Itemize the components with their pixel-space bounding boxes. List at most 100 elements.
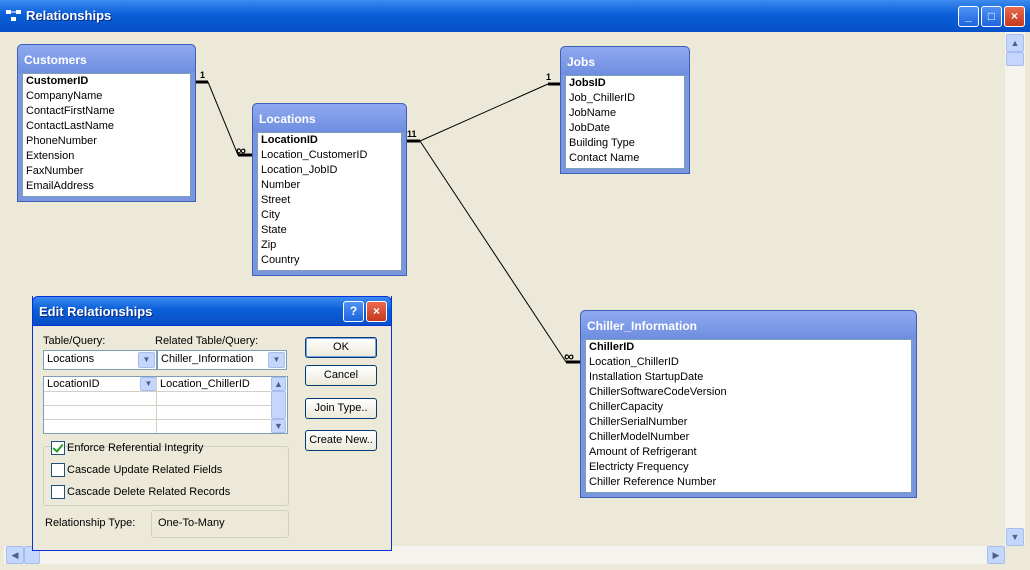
field-item[interactable]: City <box>258 208 401 223</box>
customers-field-list[interactable]: CustomerID CompanyName ContactFirstName … <box>22 73 191 197</box>
related-table-query-select[interactable]: Chiller_Information ▼ <box>157 350 287 370</box>
scrollbar-corner <box>1005 546 1025 564</box>
relationship-type-label: Relationship Type: <box>45 517 136 529</box>
field-item[interactable]: ChillerSoftwareCodeVersion <box>586 385 911 400</box>
dialog-close-button[interactable]: × <box>366 301 387 322</box>
enforce-referential-integrity-checkbox[interactable] <box>51 441 65 455</box>
field-item[interactable]: Electricty Frequency <box>586 460 911 475</box>
field-item[interactable]: EmailAddress <box>23 179 190 194</box>
cascade-delete-checkbox[interactable] <box>51 485 65 499</box>
relationship-type-value: One-To-Many <box>158 517 225 529</box>
table-row[interactable] <box>44 391 271 406</box>
chevron-down-icon[interactable]: ▼ <box>268 352 285 368</box>
jobs-table[interactable]: Jobs JobsID Job_ChillerID JobName JobDat… <box>560 46 690 174</box>
cascade-update-checkbox[interactable] <box>51 463 65 477</box>
grid-column-divider <box>156 377 157 433</box>
customers-one-label: 1 <box>200 70 205 80</box>
field-item[interactable]: ChillerModelNumber <box>586 430 911 445</box>
create-new-button[interactable]: Create New.. <box>305 430 377 451</box>
field-item[interactable]: ChillerSerialNumber <box>586 415 911 430</box>
field-mapping-grid[interactable]: LocationID ▼ Location_ChillerID ▲ ▼ <box>43 376 288 434</box>
table-query-select[interactable]: Locations ▼ <box>43 350 157 370</box>
chevron-down-icon[interactable]: ▼ <box>140 377 157 391</box>
enforce-referential-integrity-label[interactable]: Enforce Referential Integrity <box>67 442 203 454</box>
field-item[interactable]: FaxNumber <box>23 164 190 179</box>
field-item[interactable]: Job_ChillerID <box>566 91 684 106</box>
grid-field-left[interactable]: LocationID <box>44 377 155 391</box>
field-item[interactable]: Country <box>258 253 401 268</box>
grid-scroll-up-button[interactable]: ▲ <box>271 377 286 391</box>
vertical-scroll-thumb[interactable] <box>1006 52 1024 66</box>
locations-jobs-connector[interactable] <box>419 83 549 142</box>
field-item[interactable]: Amount of Refrigerant <box>586 445 911 460</box>
field-item[interactable]: JobsID <box>566 76 684 91</box>
field-item[interactable]: State <box>258 223 401 238</box>
scroll-left-button[interactable]: ◀ <box>6 546 24 564</box>
jobs-field-list[interactable]: JobsID Job_ChillerID JobName JobDate Bui… <box>565 75 685 169</box>
customers-table[interactable]: Customers CustomerID CompanyName Contact… <box>17 44 196 202</box>
cancel-button[interactable]: Cancel <box>305 365 377 386</box>
chiller-information-table[interactable]: Chiller_Information ChillerID Location_C… <box>580 310 917 498</box>
customers-locations-connector[interactable] <box>207 81 239 156</box>
field-item[interactable]: Location_JobID <box>258 163 401 178</box>
grid-scroll-down-button[interactable]: ▼ <box>271 419 286 433</box>
jobs-table-title[interactable]: Jobs <box>561 47 689 75</box>
field-item[interactable]: Extension <box>23 149 190 164</box>
cascade-update-label[interactable]: Cascade Update Related Fields <box>67 464 222 476</box>
locations-table[interactable]: Locations LocationID Location_CustomerID… <box>252 103 407 276</box>
ok-button[interactable]: OK <box>305 337 377 358</box>
locations-table-title[interactable]: Locations <box>253 104 406 132</box>
chevron-down-icon[interactable]: ▼ <box>138 352 155 368</box>
field-item[interactable]: Contact Name <box>566 151 684 166</box>
table-row[interactable] <box>44 419 271 433</box>
field-item[interactable]: Location_CustomerID <box>258 148 401 163</box>
field-item[interactable]: Chiller Reference Number <box>586 475 911 490</box>
chiller-many-label: ∞ <box>564 348 574 364</box>
join-type-button[interactable]: Join Type.. <box>305 398 377 419</box>
field-item[interactable]: Building Type <box>566 136 684 151</box>
table-row[interactable] <box>44 405 271 420</box>
related-table-query-value: Chiller_Information <box>161 353 254 365</box>
field-item[interactable]: Location_ChillerID <box>586 355 911 370</box>
field-item[interactable]: LocationID <box>258 133 401 148</box>
customers-table-title[interactable]: Customers <box>18 45 195 73</box>
chiller-field-list[interactable]: ChillerID Location_ChillerID Installatio… <box>585 339 912 493</box>
relationship-type-box: One-To-Many <box>151 510 289 538</box>
field-item[interactable]: JobDate <box>566 121 684 136</box>
locations-many-label: ∞ <box>236 142 246 158</box>
grid-field-right[interactable]: Location_ChillerID <box>156 377 270 391</box>
field-item[interactable]: ContactLastName <box>23 119 190 134</box>
grid-scroll-thumb[interactable] <box>271 391 286 419</box>
field-item[interactable]: Zip <box>258 238 401 253</box>
jobs-one-label: 1 <box>546 72 551 82</box>
field-item[interactable]: PhoneNumber <box>23 134 190 149</box>
dialog-title-bar[interactable]: Edit Relationships ? × <box>32 296 392 326</box>
field-item[interactable]: ContactFirstName <box>23 104 190 119</box>
locations-field-list[interactable]: LocationID Location_CustomerID Location_… <box>257 132 402 271</box>
table-query-value: Locations <box>47 353 95 365</box>
field-item[interactable]: Installation StartupDate <box>586 370 911 385</box>
table-row[interactable]: LocationID ▼ Location_ChillerID <box>44 377 271 392</box>
field-item[interactable]: Number <box>258 178 401 193</box>
field-item[interactable]: Street <box>258 193 401 208</box>
field-item[interactable]: CompanyName <box>23 89 190 104</box>
field-item[interactable]: JobName <box>566 106 684 121</box>
cascade-delete-label[interactable]: Cascade Delete Related Records <box>67 486 230 498</box>
field-item[interactable]: ChillerCapacity <box>586 400 911 415</box>
locations-chiller-connector[interactable] <box>419 140 567 363</box>
help-button[interactable]: ? <box>343 301 364 322</box>
scroll-right-button[interactable]: ▶ <box>987 546 1005 564</box>
scroll-down-button[interactable]: ▼ <box>1006 528 1024 546</box>
grid-scrollbar[interactable]: ▲ ▼ <box>271 377 286 433</box>
scroll-up-button[interactable]: ▲ <box>1006 34 1024 52</box>
vertical-scrollbar[interactable]: ▲ ▼ <box>1005 32 1025 546</box>
edit-relationships-dialog: Edit Relationships ? × Table/Query: Rela… <box>32 296 392 551</box>
locations-one-one-label: 11 <box>407 129 417 139</box>
field-item[interactable]: CustomerID <box>23 74 190 89</box>
relationships-window: Relationships _ □ × 1 ∞ 11 1 ∞ Customers… <box>0 0 1030 570</box>
related-table-query-label: Related Table/Query: <box>155 335 259 347</box>
field-item[interactable]: ChillerID <box>586 340 911 355</box>
dialog-title: Edit Relationships <box>39 304 153 319</box>
chiller-information-table-title[interactable]: Chiller_Information <box>581 311 916 339</box>
table-query-label: Table/Query: <box>43 335 106 347</box>
